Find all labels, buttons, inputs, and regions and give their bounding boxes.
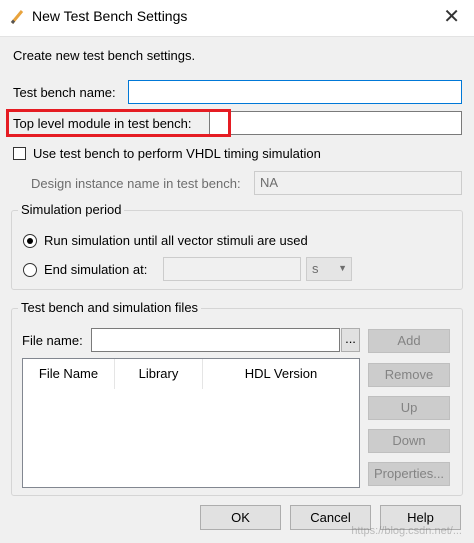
browse-button[interactable]: ... bbox=[341, 328, 360, 352]
vhdl-timing-checkbox[interactable] bbox=[13, 147, 26, 160]
column-header-file-name[interactable]: File Name bbox=[23, 359, 115, 389]
vhdl-timing-label: Use test bench to perform VHDL timing si… bbox=[33, 146, 321, 161]
top-level-module-input[interactable] bbox=[209, 111, 462, 135]
test-bench-name-label: Test bench name: bbox=[13, 85, 116, 100]
chevron-down-icon: ▼ bbox=[338, 263, 347, 273]
column-header-library[interactable]: Library bbox=[115, 359, 203, 389]
time-unit-value: s bbox=[312, 261, 319, 276]
end-at-radio[interactable] bbox=[23, 263, 37, 277]
test-bench-name-input[interactable] bbox=[128, 80, 462, 104]
add-button[interactable]: Add bbox=[368, 329, 450, 353]
up-button[interactable]: Up bbox=[368, 396, 450, 420]
run-until-label: Run simulation until all vector stimuli … bbox=[44, 233, 308, 248]
design-instance-label: Design instance name in test bench: bbox=[31, 176, 241, 191]
close-icon[interactable]: ✕ bbox=[443, 6, 460, 28]
end-at-label: End simulation at: bbox=[44, 262, 148, 277]
window-title: New Test Bench Settings bbox=[32, 8, 188, 24]
column-header-hdl-version[interactable]: HDL Version bbox=[203, 359, 359, 389]
remove-button[interactable]: Remove bbox=[368, 363, 450, 387]
file-name-input[interactable] bbox=[91, 328, 340, 352]
pencil-icon bbox=[10, 10, 24, 24]
highlight-box bbox=[6, 109, 231, 137]
design-instance-input[interactable]: NA bbox=[254, 171, 462, 195]
intro-text: Create new test bench settings. bbox=[13, 48, 196, 63]
properties-button[interactable]: Properties... bbox=[368, 462, 450, 486]
files-group-title: Test bench and simulation files bbox=[18, 300, 202, 315]
end-at-input[interactable] bbox=[163, 257, 301, 281]
ok-button[interactable]: OK bbox=[200, 505, 281, 530]
down-button[interactable]: Down bbox=[368, 429, 450, 453]
title-bar: New Test Bench Settings ✕ bbox=[0, 0, 474, 37]
time-unit-select[interactable]: s ▼ bbox=[306, 257, 352, 281]
watermark: https://blog.csdn.net/... bbox=[351, 525, 462, 537]
simulation-period-title: Simulation period bbox=[18, 202, 125, 217]
run-until-radio[interactable] bbox=[23, 234, 37, 248]
file-name-label: File name: bbox=[22, 333, 83, 348]
files-table: File Name Library HDL Version bbox=[22, 358, 360, 488]
